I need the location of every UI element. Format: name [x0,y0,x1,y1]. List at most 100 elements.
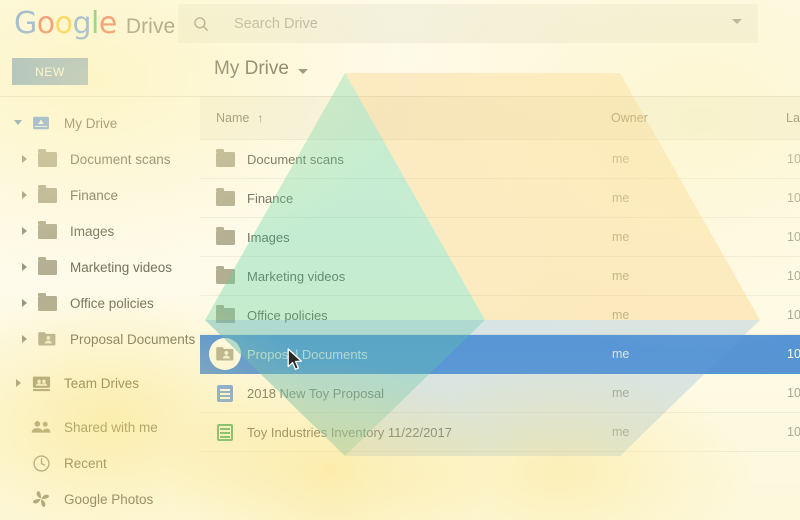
google-wordmark: Google [14,6,117,41]
file-owner: me [612,269,630,283]
sidebar: My Drive Document scans Finance Images M… [0,97,200,520]
app-header: Google Drive Search Drive [0,0,800,47]
file-name: Document scans [247,151,344,167]
search-input[interactable]: Search Drive [234,16,318,32]
file-modified: 10 [787,191,800,205]
sidebar-item-finance[interactable]: Finance [0,177,200,213]
expand-chevron-right-icon[interactable] [18,333,30,345]
file-name: Finance [247,190,294,206]
google-sheets-icon [214,421,236,443]
search-options-chevron-down-icon[interactable] [732,19,742,24]
sidebar-item-recent[interactable]: Recent [0,445,200,481]
people-icon [30,416,52,438]
sidebar-label: Team Drives [64,375,140,391]
sidebar-label: Images [70,223,115,239]
table-row[interactable]: Toy Industries Inventory 11/22/2017 me 1… [200,413,800,452]
no-arrow-placeholder [12,421,24,433]
file-owner: me [612,152,630,166]
toolbar: NEW My Drive [0,47,800,97]
file-owner: me [612,230,630,244]
file-list-header: Name ↑ Owner La [200,97,800,140]
table-row[interactable]: Document scans me 10 [200,140,800,179]
sidebar-label: Recent [64,455,107,471]
expand-chevron-right-icon[interactable] [18,297,30,309]
no-arrow-placeholder [12,493,24,505]
logo-letter-e: e [98,6,117,41]
table-row[interactable]: Marketing videos me 10 [200,257,800,296]
file-owner: me [612,347,630,361]
expand-chevron-right-icon[interactable] [18,225,30,237]
search-bar[interactable]: Search Drive [178,4,758,43]
table-row[interactable]: Office policies me 10 [200,296,800,335]
table-row[interactable]: Finance me 10 [200,179,800,218]
sidebar-label: Shared with me [64,419,158,435]
team-drives-icon [30,372,52,394]
toolbar-divider [0,96,800,97]
sidebar-item-proposal-documents[interactable]: Proposal Documents [0,321,200,357]
sidebar-label: Document scans [70,151,171,167]
shared-folder-icon [209,338,241,370]
file-list-panel: Name ↑ Owner La Document scans me 10 Fin… [200,97,800,520]
folder-icon [36,148,58,170]
sidebar-item-document-scans[interactable]: Document scans [0,141,200,177]
file-name: Office policies [247,307,328,323]
file-modified: 10 [787,425,800,439]
file-modified: 10 [787,347,800,361]
sidebar-label: Finance [70,187,119,203]
file-name: Toy Industries Inventory 11/22/2017 [247,424,452,440]
logo-letter-l: l [91,6,99,41]
google-docs-icon [214,382,236,404]
expand-chevron-down-icon[interactable] [12,117,24,129]
file-name: Images [247,229,290,245]
file-name: 2018 New Toy Proposal [247,385,385,401]
column-header-name[interactable]: Name ↑ [216,111,263,125]
no-arrow-placeholder [12,457,24,469]
folder-icon [36,220,58,242]
file-modified: 10 [787,386,800,400]
file-owner: me [612,386,630,400]
product-name: Drive [125,15,176,38]
expand-chevron-right-icon[interactable] [18,189,30,201]
new-button[interactable]: NEW [12,58,88,85]
file-owner: me [612,191,630,205]
table-row-selected[interactable]: Proposal Documents me 10 [200,335,800,374]
drive-icon [30,112,52,134]
folder-icon [214,187,236,209]
page-title: My Drive [214,58,289,79]
expand-chevron-right-icon[interactable] [18,261,30,273]
file-owner: me [612,308,630,322]
sidebar-item-marketing-videos[interactable]: Marketing videos [0,249,200,285]
sidebar-item-my-drive[interactable]: My Drive [0,105,200,141]
file-modified: 10 [787,308,800,322]
folder-icon [214,265,236,287]
photos-pinwheel-icon [30,488,52,510]
column-header-owner[interactable]: Owner [611,111,648,125]
breadcrumb-chevron-down-icon[interactable] [297,68,308,74]
sidebar-label: Office policies [70,295,154,311]
sidebar-item-team-drives[interactable]: Team Drives [0,365,200,401]
logo-letter-g2: g [72,6,92,41]
table-row[interactable]: Images me 10 [200,218,800,257]
sidebar-item-shared-with-me[interactable]: Shared with me [0,409,200,445]
sidebar-label: Proposal Documents [70,331,196,347]
sidebar-item-google-photos[interactable]: Google Photos [0,481,200,517]
expand-chevron-right-icon[interactable] [12,377,24,389]
column-header-last-modified[interactable]: La [786,111,800,125]
google-drive-logo[interactable]: Google Drive [14,6,175,41]
breadcrumb[interactable]: My Drive [214,58,308,80]
folder-icon [214,304,236,326]
sidebar-item-images[interactable]: Images [0,213,200,249]
expand-chevron-right-icon[interactable] [18,153,30,165]
folder-icon [36,256,58,278]
file-modified: 10 [787,269,800,283]
sidebar-label: Google Photos [64,491,154,507]
column-header-name-label: Name [216,111,250,125]
folder-icon [214,148,236,170]
folder-icon [36,184,58,206]
sidebar-item-office-policies[interactable]: Office policies [0,285,200,321]
file-name: Marketing videos [247,268,346,284]
shared-folder-icon [36,328,58,350]
table-row[interactable]: 2018 New Toy Proposal me 10 [200,374,800,413]
